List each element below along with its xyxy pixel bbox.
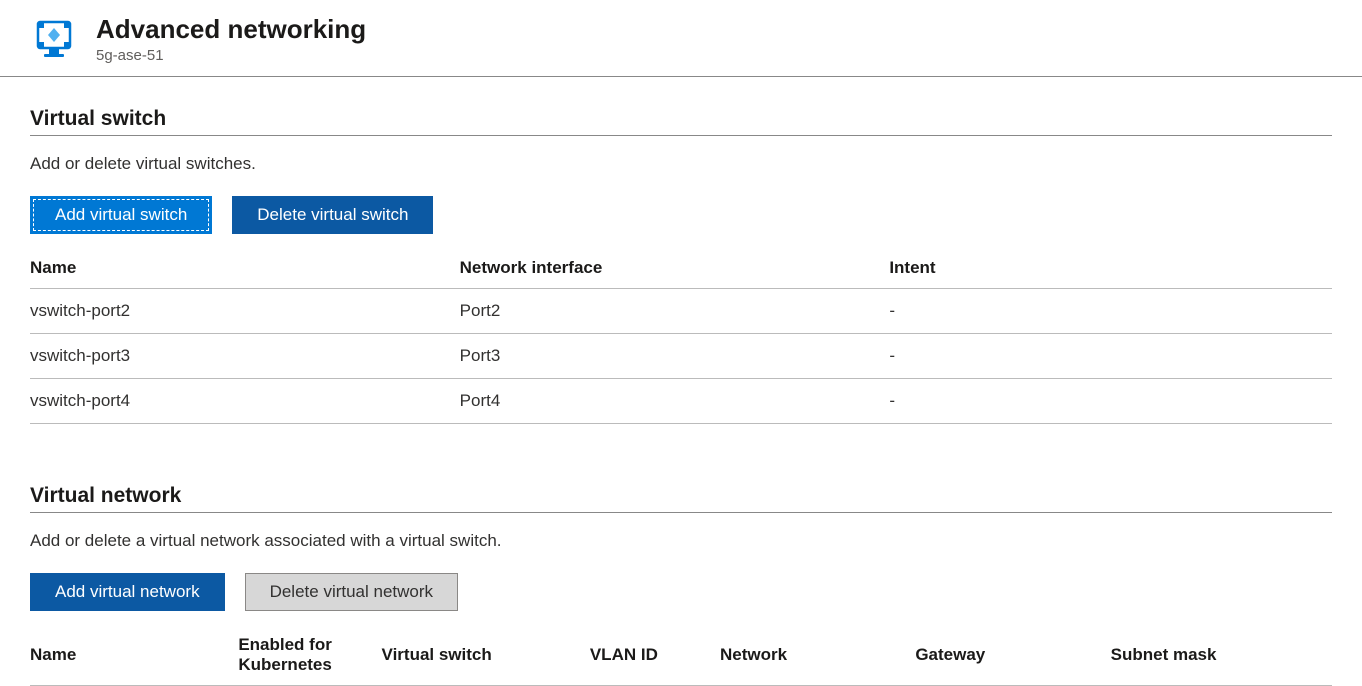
virtual-network-description: Add or delete a virtual network associat… <box>30 531 1332 551</box>
column-header-virtual-switch[interactable]: Virtual switch <box>382 625 590 686</box>
cell-intent: - <box>889 289 1332 334</box>
cell-intent: - <box>889 379 1332 424</box>
virtual-switch-buttons: Add virtual switch Delete virtual switch <box>30 196 1332 234</box>
table-row[interactable]: vswitch-port3 Port3 - <box>30 334 1332 379</box>
delete-virtual-switch-button[interactable]: Delete virtual switch <box>232 196 433 234</box>
page-title: Advanced networking <box>96 14 366 45</box>
column-header-enabled-kubernetes[interactable]: Enabled for Kubernetes <box>238 625 381 686</box>
virtual-switch-table: Name Network interface Intent vswitch-po… <box>30 248 1332 424</box>
virtual-switch-title: Virtual switch <box>30 107 1332 136</box>
column-header-name[interactable]: Name <box>30 248 460 289</box>
add-virtual-switch-button[interactable]: Add virtual switch <box>30 196 212 234</box>
page-header: Advanced networking 5g-ase-51 <box>0 0 1362 77</box>
virtual-network-section: Virtual network Add or delete a virtual … <box>30 484 1332 686</box>
cell-name: vswitch-port4 <box>30 379 460 424</box>
cell-network-interface: Port4 <box>460 379 890 424</box>
add-virtual-network-button[interactable]: Add virtual network <box>30 573 225 611</box>
networking-icon <box>30 14 78 62</box>
virtual-network-buttons: Add virtual network Delete virtual netwo… <box>30 573 1332 611</box>
cell-network-interface: Port2 <box>460 289 890 334</box>
page-subtitle: 5g-ase-51 <box>96 47 366 64</box>
cell-network-interface: Port3 <box>460 334 890 379</box>
virtual-switch-section: Virtual switch Add or delete virtual swi… <box>30 107 1332 424</box>
cell-name: vswitch-port2 <box>30 289 460 334</box>
virtual-switch-description: Add or delete virtual switches. <box>30 154 1332 174</box>
column-header-subnet-mask[interactable]: Subnet mask <box>1111 625 1332 686</box>
cell-intent: - <box>889 334 1332 379</box>
column-header-intent[interactable]: Intent <box>889 248 1332 289</box>
column-header-network-interface[interactable]: Network interface <box>460 248 890 289</box>
column-header-name[interactable]: Name <box>30 625 238 686</box>
table-row[interactable]: vswitch-port4 Port4 - <box>30 379 1332 424</box>
table-row[interactable]: vswitch-port2 Port2 - <box>30 289 1332 334</box>
cell-name: vswitch-port3 <box>30 334 460 379</box>
header-text: Advanced networking 5g-ase-51 <box>96 14 366 64</box>
table-header-row: Name Network interface Intent <box>30 248 1332 289</box>
virtual-network-title: Virtual network <box>30 484 1332 513</box>
column-header-gateway[interactable]: Gateway <box>915 625 1110 686</box>
column-header-vlan-id[interactable]: VLAN ID <box>590 625 720 686</box>
column-header-network[interactable]: Network <box>720 625 915 686</box>
virtual-network-table: Name Enabled for Kubernetes Virtual swit… <box>30 625 1332 686</box>
delete-virtual-network-button: Delete virtual network <box>245 573 458 611</box>
table-header-row: Name Enabled for Kubernetes Virtual swit… <box>30 625 1332 686</box>
